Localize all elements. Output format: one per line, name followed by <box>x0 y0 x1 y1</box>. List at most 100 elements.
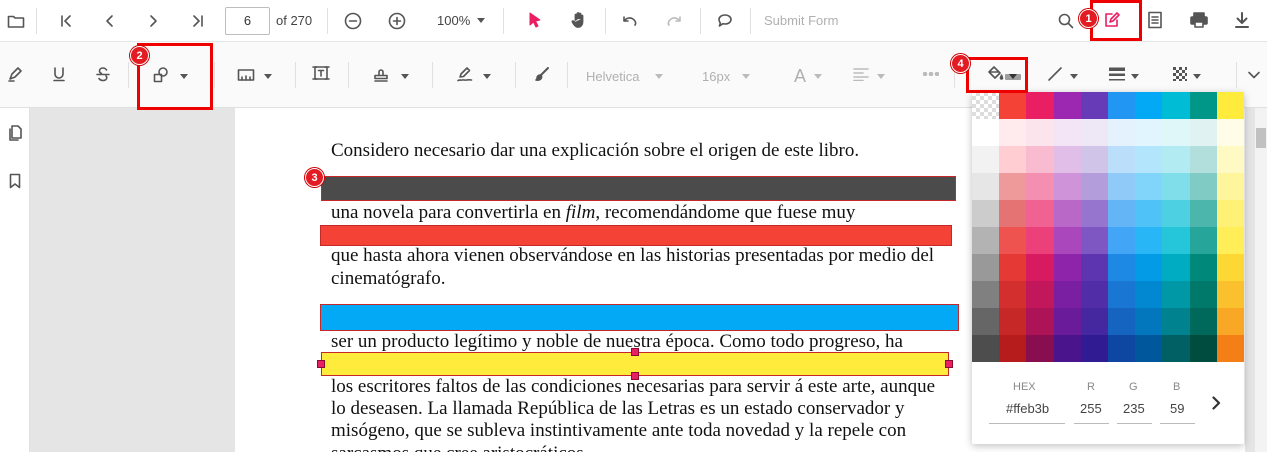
blue-input[interactable]: 59 <box>1170 401 1184 416</box>
form-designer-icon[interactable] <box>1144 9 1166 31</box>
zoom-level[interactable]: 100% <box>437 13 470 28</box>
underline-icon[interactable] <box>48 63 70 85</box>
color-swatch[interactable] <box>1189 308 1217 335</box>
color-swatch[interactable] <box>1162 281 1190 308</box>
color-swatch[interactable] <box>1135 146 1163 173</box>
color-swatch[interactable] <box>1107 254 1136 281</box>
vertical-scrollbar[interactable] <box>1255 108 1267 452</box>
stroke-color-icon[interactable] <box>1044 63 1066 85</box>
page-thumbnails-icon[interactable] <box>4 122 26 144</box>
color-swatch[interactable] <box>1107 200 1136 227</box>
rectangle-annotation-red[interactable] <box>320 225 952 246</box>
color-swatch[interactable] <box>1189 146 1217 173</box>
color-swatch[interactable] <box>1135 119 1163 146</box>
select-cursor-icon[interactable] <box>524 9 546 31</box>
color-swatch[interactable] <box>972 146 1000 173</box>
zoom-in-icon[interactable] <box>386 10 408 32</box>
stamp-dropdown-icon[interactable] <box>401 74 409 79</box>
font-size-dropdown[interactable]: 16px <box>702 69 730 84</box>
zoom-dropdown-icon[interactable] <box>477 18 485 23</box>
color-swatch[interactable] <box>1080 173 1108 200</box>
previous-page-icon[interactable] <box>99 10 121 32</box>
color-swatch[interactable] <box>1107 308 1136 335</box>
color-swatch[interactable] <box>1026 200 1054 227</box>
strikethrough-icon[interactable] <box>92 63 114 85</box>
color-swatch[interactable] <box>1026 119 1054 146</box>
color-swatch[interactable] <box>1026 173 1054 200</box>
color-swatch[interactable] <box>1107 173 1136 200</box>
opacity-dropdown-icon[interactable] <box>1193 74 1201 79</box>
color-swatch[interactable] <box>1135 281 1163 308</box>
page-number-input[interactable]: 6 <box>225 7 270 35</box>
color-swatch[interactable] <box>1135 173 1163 200</box>
color-swatch[interactable] <box>999 227 1027 254</box>
print-icon[interactable] <box>1188 9 1210 31</box>
text-align-icon[interactable] <box>850 63 872 85</box>
color-swatch[interactable] <box>1135 200 1163 227</box>
color-swatch[interactable] <box>1162 227 1190 254</box>
color-swatch[interactable] <box>1053 200 1081 227</box>
color-swatch[interactable] <box>1216 281 1244 308</box>
color-swatch[interactable] <box>1216 200 1244 227</box>
color-swatch[interactable] <box>972 335 1000 362</box>
color-swatch[interactable] <box>1053 173 1081 200</box>
color-swatch[interactable] <box>972 119 1000 146</box>
rectangle-annotation-blue[interactable] <box>320 304 959 331</box>
color-swatch[interactable] <box>999 146 1027 173</box>
color-swatch[interactable] <box>1189 281 1217 308</box>
next-page-icon[interactable] <box>142 10 164 32</box>
color-swatch[interactable] <box>1053 227 1081 254</box>
line-thickness-dropdown-icon[interactable] <box>1131 74 1139 79</box>
color-swatch[interactable] <box>1026 281 1054 308</box>
color-swatch[interactable] <box>999 335 1027 362</box>
download-icon[interactable] <box>1231 9 1253 31</box>
color-swatch[interactable] <box>1026 308 1054 335</box>
font-color-button[interactable]: A <box>794 66 806 87</box>
resize-handle[interactable] <box>631 348 639 356</box>
color-swatch[interactable] <box>999 119 1027 146</box>
color-swatch[interactable] <box>1216 254 1244 281</box>
undo-icon[interactable] <box>619 10 641 32</box>
color-swatch[interactable] <box>1135 335 1163 362</box>
color-swatch[interactable] <box>999 254 1027 281</box>
color-swatch[interactable] <box>1216 119 1244 146</box>
resize-handle[interactable] <box>945 360 953 368</box>
color-swatch[interactable] <box>1216 335 1244 362</box>
color-swatch[interactable] <box>1162 200 1190 227</box>
color-swatch[interactable] <box>1107 335 1136 362</box>
hex-input[interactable]: #ffeb3b <box>1006 401 1049 416</box>
color-swatch[interactable] <box>1080 281 1108 308</box>
color-swatch[interactable] <box>1189 119 1217 146</box>
color-swatch[interactable] <box>1053 146 1081 173</box>
no-color-swatch[interactable] <box>972 92 1000 119</box>
first-page-icon[interactable] <box>55 10 77 32</box>
color-swatch[interactable] <box>1026 146 1054 173</box>
rectangle-annotation-dark[interactable] <box>321 176 956 201</box>
color-swatch[interactable] <box>1162 92 1190 119</box>
color-swatch[interactable] <box>1135 308 1163 335</box>
color-swatch[interactable] <box>1080 335 1108 362</box>
color-swatch[interactable] <box>1107 92 1136 119</box>
color-swatch[interactable] <box>1053 119 1081 146</box>
comment-icon[interactable] <box>714 10 736 32</box>
color-swatch[interactable] <box>999 173 1027 200</box>
color-swatch[interactable] <box>1080 200 1108 227</box>
redo-icon[interactable] <box>663 10 685 32</box>
line-thickness-icon[interactable] <box>1106 63 1128 85</box>
search-icon[interactable] <box>1055 10 1077 32</box>
color-swatch[interactable] <box>1189 173 1217 200</box>
color-swatch[interactable] <box>1107 227 1136 254</box>
color-swatch[interactable] <box>1189 335 1217 362</box>
font-color-dropdown-icon[interactable] <box>814 74 822 79</box>
color-swatch[interactable] <box>972 254 1000 281</box>
font-size-dropdown-icon[interactable] <box>742 74 750 79</box>
color-swatch[interactable] <box>1107 119 1136 146</box>
color-swatch[interactable] <box>1135 92 1163 119</box>
color-swatch[interactable] <box>1162 254 1190 281</box>
color-swatch[interactable] <box>1135 254 1163 281</box>
color-swatch[interactable] <box>1080 227 1108 254</box>
color-swatch[interactable] <box>1162 173 1190 200</box>
text-align-dropdown-icon[interactable] <box>877 74 885 79</box>
color-swatch[interactable] <box>1216 92 1244 119</box>
free-text-icon[interactable] <box>310 62 332 84</box>
